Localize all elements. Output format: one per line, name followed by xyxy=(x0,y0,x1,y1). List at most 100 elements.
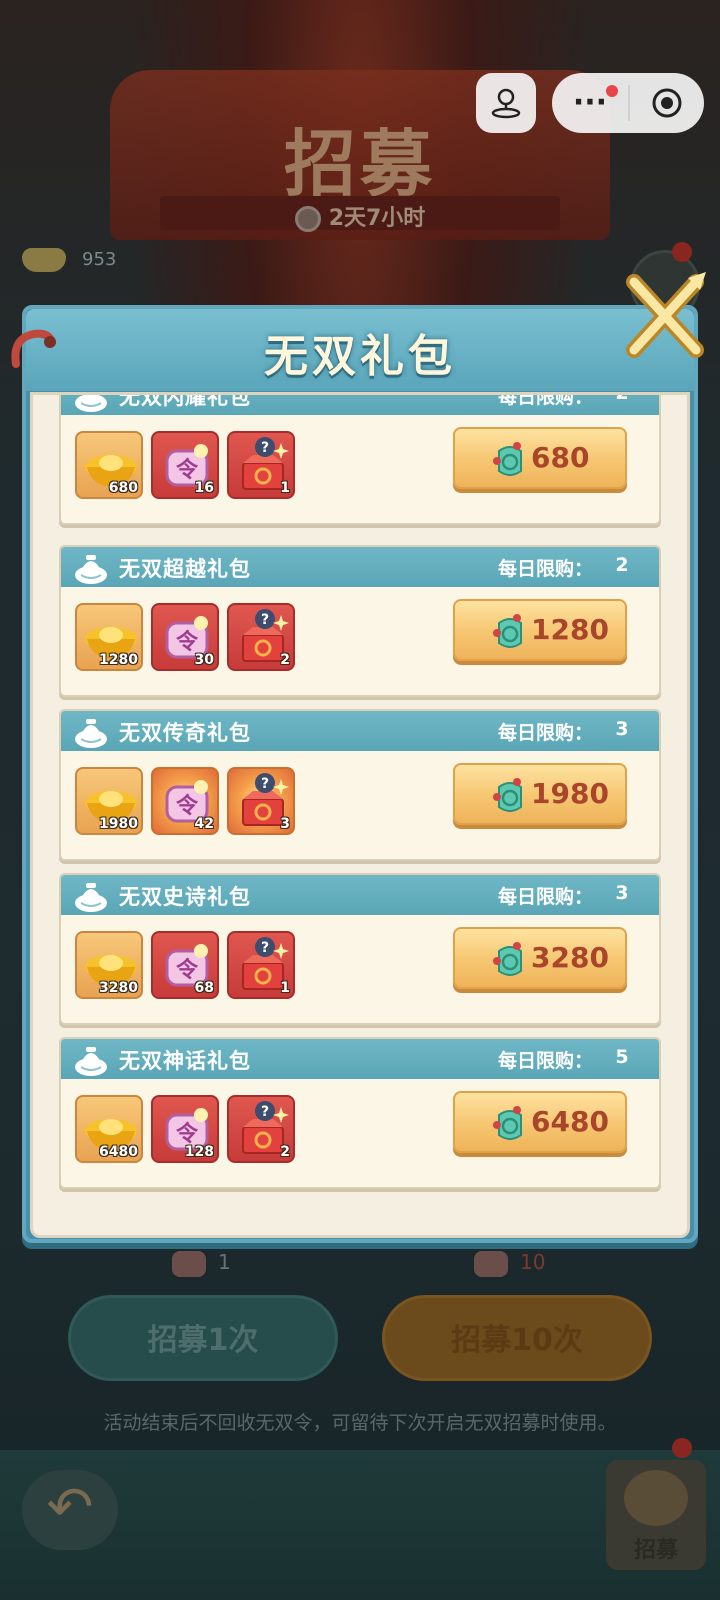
cost-one: 1 xyxy=(172,1250,231,1277)
gift-pack-row: 无双传奇礼包 每日限购： 3 1980 令 42 ? 3 1980 xyxy=(59,709,661,861)
gold-ingot-item[interactable]: 6480 xyxy=(75,1095,143,1163)
notification-dot xyxy=(606,85,618,97)
daily-limit-label: 每日限购： xyxy=(497,1050,593,1072)
svg-text:?: ? xyxy=(261,1104,269,1120)
daily-limit-value: 3 xyxy=(615,718,629,740)
recruit-token-item[interactable]: 令 128 xyxy=(151,1095,219,1163)
currency-display: 953 xyxy=(22,248,116,278)
token-count: 30 xyxy=(194,652,214,668)
event-note: 活动结束后不回收无双令，可留待下次开启无双招募时使用。 xyxy=(103,1412,617,1434)
gold-count: 680 xyxy=(108,480,138,496)
pack-header: 无双闪耀礼包 每日限购： 2 xyxy=(61,392,659,415)
token-count: 16 xyxy=(194,480,214,496)
buy-button[interactable]: 680 xyxy=(453,427,627,489)
modal-title: 无双礼包 xyxy=(264,331,456,382)
buy-button[interactable]: 1280 xyxy=(453,599,627,661)
pack-name: 无双闪耀礼包 xyxy=(119,392,251,409)
pack-name: 无双神话礼包 xyxy=(119,1049,251,1073)
token-icon xyxy=(474,1250,508,1277)
svg-text:?: ? xyxy=(261,776,269,792)
box-count: 1 xyxy=(280,480,290,496)
event-timer: 2天7小时 xyxy=(0,200,720,232)
gift-pack-row: 无双闪耀礼包 每日限购： 2 680 令 16 ? 1 680 xyxy=(59,392,661,525)
joystick-icon xyxy=(491,88,521,119)
daily-limit-label: 每日限购： xyxy=(497,886,593,908)
svg-text:?: ? xyxy=(261,440,269,456)
pack-name: 无双超越礼包 xyxy=(119,557,251,581)
recruit-once-button[interactable]: 招募1次 xyxy=(68,1295,338,1381)
svg-text:?: ? xyxy=(261,612,269,628)
currency-value: 953 xyxy=(82,249,117,270)
buy-button[interactable]: 3280 xyxy=(453,927,627,989)
pack-header: 无双史诗礼包 每日限购： 3 xyxy=(61,875,659,915)
gift-pack-row: 无双神话礼包 每日限购： 5 6480 令 128 ? 2 6480 xyxy=(59,1037,661,1189)
mystery-box-item[interactable]: ? 2 xyxy=(227,1095,295,1163)
back-arrow-icon: ↶ xyxy=(46,1475,94,1540)
mystery-box-item[interactable]: ? 1 xyxy=(227,431,295,499)
tab-recruit[interactable]: 招募 xyxy=(606,1460,706,1570)
close-icon[interactable] xyxy=(616,268,712,364)
more-button[interactable]: ··· xyxy=(552,85,628,118)
jade-coin-icon xyxy=(493,778,522,812)
close-miniprogram-button[interactable] xyxy=(630,86,704,120)
buy-button[interactable]: 1980 xyxy=(453,763,627,825)
pack-name: 无双史诗礼包 xyxy=(119,885,251,909)
jade-coin-icon xyxy=(493,442,522,476)
jade-coin-icon xyxy=(493,1106,522,1140)
box-count: 1 xyxy=(280,980,290,996)
recruit-token-item[interactable]: 令 68 xyxy=(151,931,219,999)
timer-text: 2天7小时 xyxy=(328,206,426,231)
recruit-token-item[interactable]: 令 16 xyxy=(151,431,219,499)
price-value: 1980 xyxy=(531,777,609,810)
cost-one-value: 1 xyxy=(218,1250,231,1274)
jade-coin-icon xyxy=(493,942,522,976)
recruit-ten-button[interactable]: 招募10次 xyxy=(382,1295,652,1381)
bag-icon xyxy=(75,395,107,412)
back-button[interactable]: ↶ xyxy=(22,1470,118,1550)
pack-header: 无双神话礼包 每日限购： 5 xyxy=(61,1039,659,1079)
mystery-box-item[interactable]: ? 3 xyxy=(227,767,295,835)
recruit-token-item[interactable]: 令 30 xyxy=(151,603,219,671)
mystery-box-item[interactable]: ? 2 xyxy=(227,603,295,671)
gold-ingot-item[interactable]: 1280 xyxy=(75,603,143,671)
daily-limit-value: 5 xyxy=(615,1046,629,1068)
cost-ten-value: 10 xyxy=(520,1250,546,1274)
gold-count: 1280 xyxy=(99,652,138,668)
token-icon xyxy=(172,1250,206,1277)
price-value: 1280 xyxy=(531,613,609,646)
profile-capsule-button[interactable] xyxy=(476,73,536,133)
notification-dot xyxy=(672,1438,692,1458)
recruit-token-item[interactable]: 令 42 xyxy=(151,767,219,835)
gold-count: 6480 xyxy=(99,1144,138,1160)
token-count: 128 xyxy=(184,1144,214,1160)
box-count: 3 xyxy=(280,816,290,832)
gold-ingot-item[interactable]: 680 xyxy=(75,431,143,499)
daily-limit-value: 3 xyxy=(615,882,629,904)
gold-ingot-item[interactable]: 1980 xyxy=(75,767,143,835)
box-count: 2 xyxy=(280,1144,290,1160)
price-value: 680 xyxy=(531,441,590,474)
daily-limit-label: 每日限购： xyxy=(497,392,593,408)
recruit-tab-icon xyxy=(624,1470,688,1526)
gold-ingot-icon xyxy=(22,248,66,272)
tab-recruit-label: 招募 xyxy=(633,1538,678,1563)
bag-icon xyxy=(75,719,107,748)
daily-limit-label: 每日限购： xyxy=(497,558,593,580)
jade-coin-icon xyxy=(493,614,522,648)
bag-icon xyxy=(75,883,107,912)
price-value: 3280 xyxy=(531,941,609,974)
gold-ingot-item[interactable]: 3280 xyxy=(75,931,143,999)
pack-name: 无双传奇礼包 xyxy=(119,721,251,745)
mystery-box-item[interactable]: ? 1 xyxy=(227,931,295,999)
daily-limit-value: 2 xyxy=(615,554,629,576)
buy-button[interactable]: 6480 xyxy=(453,1091,627,1153)
cost-ten: 10 xyxy=(474,1250,545,1277)
notification-dot xyxy=(672,242,692,262)
gold-count: 3280 xyxy=(99,980,138,996)
daily-limit-value: 2 xyxy=(615,392,629,404)
more-dots-icon: ··· xyxy=(572,85,608,120)
capsule-menu: ··· xyxy=(552,73,704,133)
modal-body: 无双闪耀礼包 每日限购： 2 680 令 16 ? 1 680 无双超越礼包 每… xyxy=(30,392,690,1238)
gift-pack-row: 无双超越礼包 每日限购： 2 1280 令 30 ? 2 1280 xyxy=(59,545,661,697)
gold-count: 1980 xyxy=(99,816,138,832)
